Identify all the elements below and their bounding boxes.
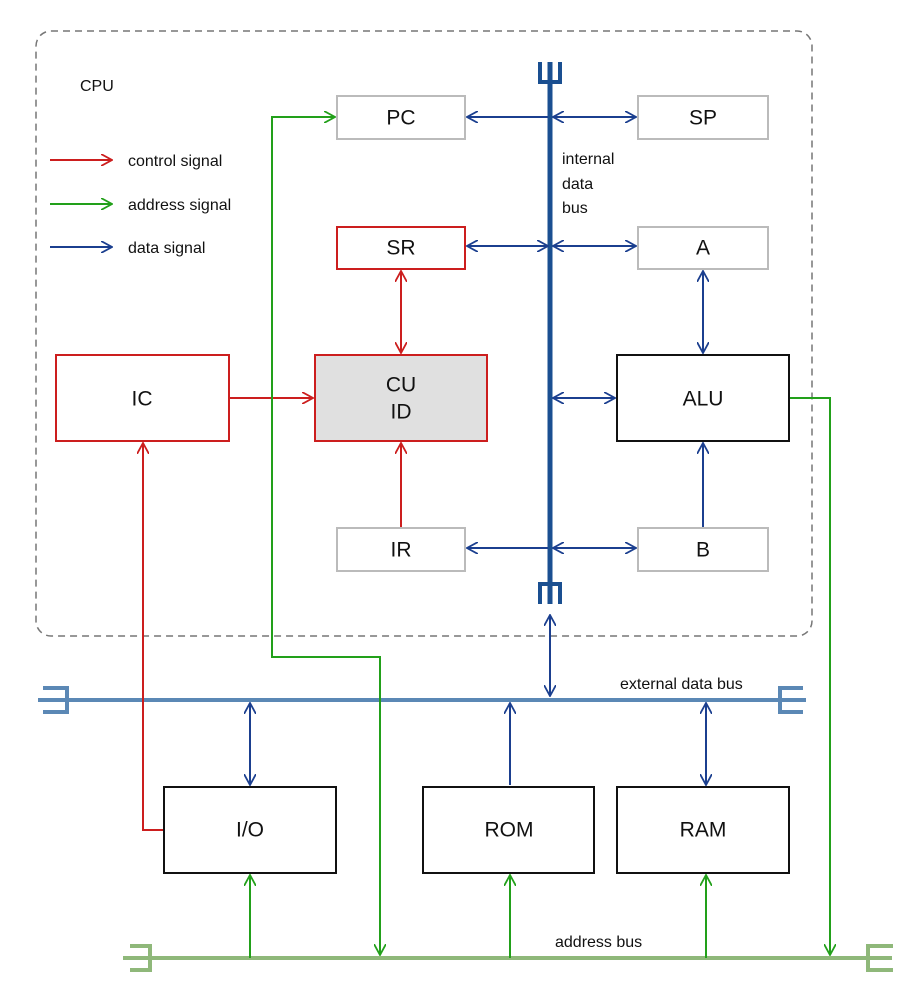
internal-bus-label-3: bus	[562, 200, 588, 217]
svg-text:IC: IC	[132, 388, 153, 411]
svg-text:SP: SP	[689, 107, 717, 130]
block-ir: IR	[336, 527, 466, 572]
block-a: A	[637, 226, 769, 270]
legend-address: address signal	[128, 197, 231, 214]
internal-data-bus	[538, 62, 562, 604]
svg-text:PC: PC	[386, 107, 415, 130]
internal-bus-label-1: internal	[562, 151, 614, 168]
svg-text:CU: CU	[386, 374, 416, 397]
address-bus	[123, 944, 893, 972]
external-bus-label: external data bus	[620, 676, 743, 693]
svg-text:IR: IR	[391, 539, 412, 562]
svg-text:SR: SR	[386, 237, 415, 260]
block-pc: PC	[336, 95, 466, 140]
cpu-label: CPU	[80, 78, 114, 95]
svg-text:ALU: ALU	[683, 388, 724, 411]
block-sp: SP	[637, 95, 769, 140]
legend-data: data signal	[128, 240, 205, 257]
svg-text:B: B	[696, 539, 710, 562]
cpu-architecture-diagram: CPU control signal address signal data s…	[35, 30, 893, 972]
svg-text:I/O: I/O	[236, 819, 264, 842]
legend: control signal address signal data signa…	[50, 153, 231, 257]
block-io: I/O	[163, 786, 337, 874]
legend-control: control signal	[128, 153, 222, 170]
svg-text:ID: ID	[391, 401, 412, 424]
svg-text:ROM: ROM	[485, 819, 534, 842]
block-ram: RAM	[616, 786, 790, 874]
block-ic: IC	[55, 354, 230, 442]
block-b: B	[637, 527, 769, 572]
block-sr: SR	[336, 226, 466, 270]
address-bus-label: address bus	[555, 934, 642, 951]
svg-text:RAM: RAM	[680, 819, 727, 842]
internal-bus-label-2: data	[562, 176, 593, 193]
block-cu-id: CU ID	[314, 354, 488, 442]
svg-text:A: A	[696, 237, 710, 260]
block-alu: ALU	[616, 354, 790, 442]
block-rom: ROM	[422, 786, 595, 874]
